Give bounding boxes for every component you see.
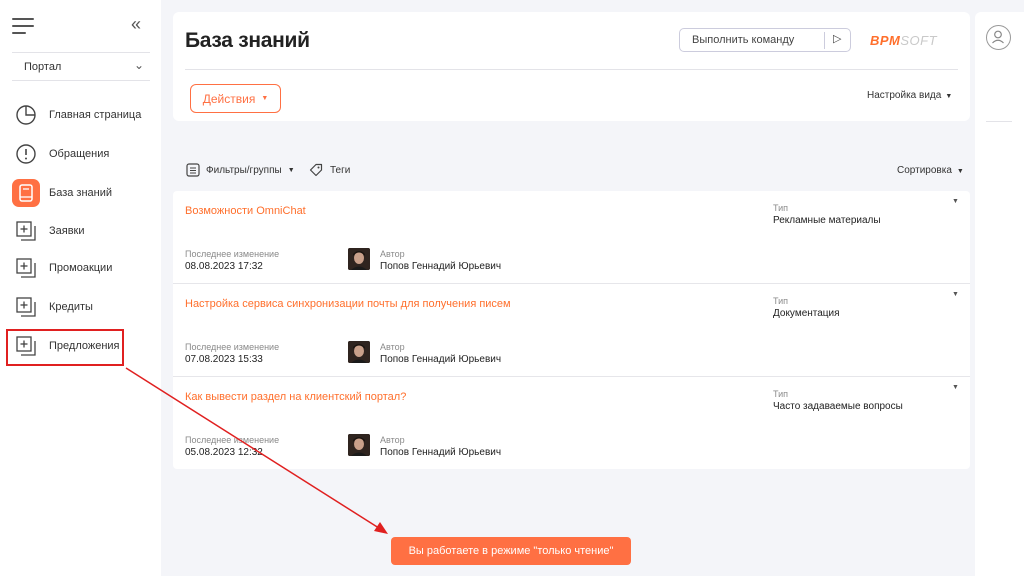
- type-value: Документация: [773, 308, 840, 319]
- user-icon[interactable]: [986, 25, 1011, 50]
- tags-label: Теги: [330, 164, 351, 176]
- alert-circle-icon: [12, 140, 40, 168]
- sidebar-header: «: [0, 0, 161, 52]
- avatar: [348, 248, 370, 270]
- divider: [12, 52, 150, 53]
- caret-down-icon: ▼: [287, 166, 295, 174]
- caret-down-icon[interactable]: ▼: [952, 384, 959, 391]
- avatar: [348, 341, 370, 363]
- portal-select-label: Портал: [24, 61, 62, 73]
- right-panel: [975, 12, 1024, 576]
- view-settings-button[interactable]: Настройка вида ▼: [867, 90, 952, 101]
- actions-button-label: Действия: [202, 91, 256, 106]
- add-copy-icon: [12, 293, 40, 321]
- sidebar-item-label: Промоакции: [49, 262, 113, 274]
- sort-label: Сортировка: [897, 165, 952, 176]
- author-label: Автор: [380, 435, 405, 445]
- type-value: Часто задаваемые вопросы: [773, 401, 903, 412]
- chevron-down-icon: ⌄: [133, 58, 144, 72]
- toast-message: Вы работаете в режиме "только чтение": [408, 545, 614, 557]
- page-title: База знаний: [185, 29, 310, 52]
- readonly-toast: Вы работаете в режиме "только чтение": [391, 537, 631, 565]
- modified-value: 07.08.2023 15:33: [185, 354, 263, 365]
- list-item[interactable]: Как вывести раздел на клиентский портал?…: [173, 377, 970, 470]
- filters-groups-button[interactable]: Фильтры/группы ▼: [186, 163, 295, 177]
- play-icon[interactable]: ▷: [833, 32, 841, 45]
- collapse-sidebar-icon[interactable]: «: [131, 14, 141, 35]
- caret-down-icon: ▼: [956, 168, 964, 175]
- pie-chart-icon: [12, 101, 40, 129]
- article-title-link[interactable]: Возможности OmniChat: [185, 205, 306, 217]
- article-title-link[interactable]: Как вывести раздел на клиентский портал?: [185, 391, 406, 403]
- menu-icon[interactable]: [12, 18, 34, 34]
- highlight-annotation: [6, 329, 124, 366]
- author-label: Автор: [380, 342, 405, 352]
- sidebar-item-label: Кредиты: [49, 301, 93, 313]
- sort-button[interactable]: Сортировка ▼: [897, 165, 964, 176]
- caret-down-icon: ▼: [261, 95, 269, 102]
- sidebar-item-requests[interactable]: Заявки: [0, 212, 161, 250]
- book-icon: [12, 179, 40, 207]
- caret-down-icon[interactable]: ▼: [952, 198, 959, 205]
- actions-button[interactable]: Действия ▼: [190, 84, 281, 113]
- author-value: Попов Геннадий Юрьевич: [380, 354, 502, 365]
- caret-down-icon: ▼: [945, 93, 953, 100]
- modified-value: 08.08.2023 17:32: [185, 261, 263, 272]
- tags-button[interactable]: Теги: [309, 163, 350, 177]
- type-label: Тип: [773, 203, 789, 213]
- sidebar-item-label: Обращения: [49, 148, 110, 160]
- command-input[interactable]: Выполнить команду ▷: [679, 28, 851, 52]
- portal-select[interactable]: Портал ⌄: [12, 56, 150, 80]
- modified-label: Последнее изменение: [185, 249, 280, 259]
- sidebar-item-label: База знаний: [49, 187, 113, 199]
- caret-down-icon[interactable]: ▼: [952, 291, 959, 298]
- view-settings-label: Настройка вида: [867, 90, 942, 101]
- add-copy-icon: [12, 254, 40, 282]
- author-value: Попов Геннадий Юрьевич: [380, 447, 502, 458]
- filters-label: Фильтры/группы: [206, 164, 282, 176]
- sidebar-item-knowledge-base[interactable]: База знаний: [0, 174, 161, 212]
- list-icon: [186, 163, 200, 177]
- article-title-link[interactable]: Настройка сервиса синхронизации почты дл…: [185, 298, 511, 310]
- sidebar-item-label: Заявки: [49, 225, 85, 237]
- sidebar-item-promotions[interactable]: Промоакции: [0, 249, 161, 287]
- avatar: [348, 434, 370, 456]
- sidebar-item-label: Главная страница: [49, 109, 142, 121]
- page-header: База знаний Выполнить команду ▷ BPMSOFT …: [173, 12, 970, 121]
- type-label: Тип: [773, 389, 789, 399]
- author-label: Автор: [380, 249, 405, 259]
- divider: [986, 121, 1012, 122]
- command-input-placeholder: Выполнить команду: [692, 34, 795, 46]
- modified-label: Последнее изменение: [185, 342, 280, 352]
- divider: [185, 69, 958, 70]
- divider: [824, 32, 825, 49]
- sidebar-item-credits[interactable]: Кредиты: [0, 288, 161, 326]
- author-value: Попов Геннадий Юрьевич: [380, 261, 502, 272]
- sidebar-item-home[interactable]: Главная страница: [0, 96, 161, 134]
- sidebar-item-cases[interactable]: Обращения: [0, 135, 161, 173]
- modified-label: Последнее изменение: [185, 435, 280, 445]
- type-value: Рекламные материалы: [773, 215, 881, 226]
- add-copy-icon: [12, 217, 40, 245]
- divider: [12, 80, 150, 81]
- list-item[interactable]: Возможности OmniChat Тип Рекламные матер…: [173, 191, 970, 284]
- modified-value: 05.08.2023 12:32: [185, 447, 263, 458]
- sidebar: « Портал ⌄ Главная страница Обращения Ба…: [0, 0, 161, 576]
- list-item[interactable]: Настройка сервиса синхронизации почты дл…: [173, 284, 970, 377]
- tag-icon: [309, 163, 323, 177]
- bpmsoft-logo: BPMSOFT: [870, 33, 938, 48]
- type-label: Тип: [773, 296, 789, 306]
- article-list: Возможности OmniChat Тип Рекламные матер…: [173, 191, 970, 469]
